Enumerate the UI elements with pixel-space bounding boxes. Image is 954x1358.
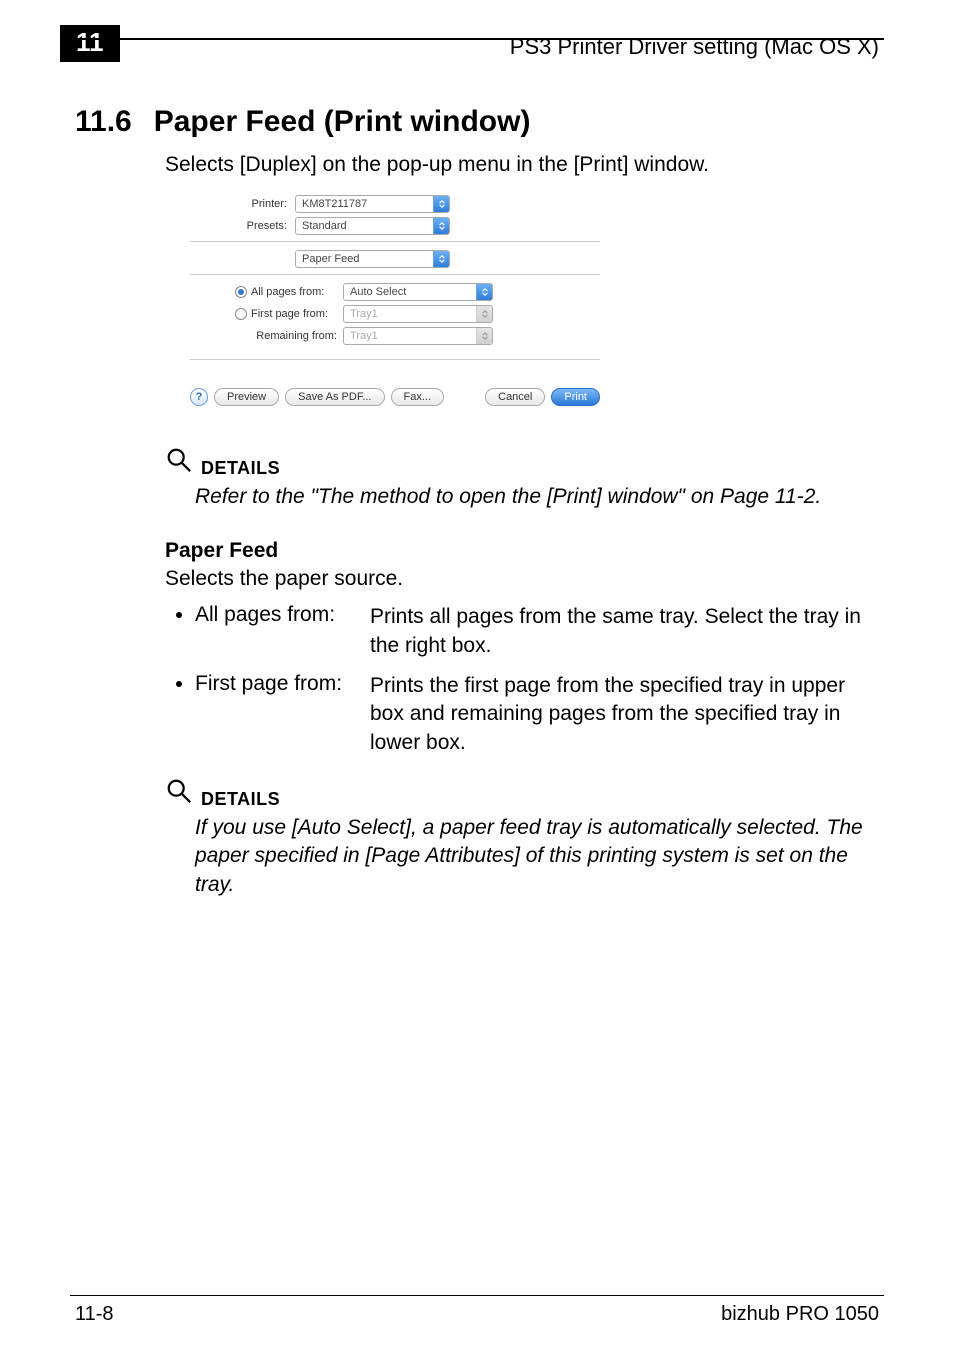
option-definition: Prints the first page from the specified…: [370, 672, 884, 757]
footer-rule: [70, 1295, 884, 1296]
first-page-radio[interactable]: [235, 308, 247, 320]
list-item: First page from: Prints the first page f…: [195, 672, 884, 757]
magnifier-icon: [165, 446, 193, 479]
printer-select[interactable]: KM8T211787: [295, 195, 450, 213]
all-pages-radio[interactable]: [235, 286, 247, 298]
section-title: Paper Feed (Print window): [154, 105, 531, 139]
remaining-value: Tray1: [344, 330, 476, 342]
dropdown-arrows-icon: [433, 217, 449, 235]
presets-select[interactable]: Standard: [295, 217, 450, 235]
chapter-number-tab: 11: [60, 25, 120, 62]
first-page-select[interactable]: Tray1: [343, 305, 493, 323]
option-term: First page from:: [195, 672, 370, 696]
remaining-select[interactable]: Tray1: [343, 327, 493, 345]
magnifier-icon: [165, 777, 193, 810]
divider: [190, 359, 600, 360]
fax-button[interactable]: Fax...: [391, 388, 445, 406]
save-as-pdf-button[interactable]: Save As PDF...: [285, 388, 384, 406]
panel-select[interactable]: Paper Feed: [295, 250, 450, 268]
print-button[interactable]: Print: [551, 388, 600, 406]
page-number: 11-8: [75, 1303, 114, 1326]
first-page-label: First page from:: [251, 308, 343, 320]
dropdown-arrows-icon: [476, 327, 492, 345]
details-text: Refer to the "The method to open the [Pr…: [195, 483, 884, 511]
paperfeed-desc: Selects the paper source.: [165, 567, 884, 591]
details-heading: DETAILS: [201, 458, 280, 479]
section-number: 11.6: [75, 105, 132, 139]
option-definition: Prints all pages from the same tray. Sel…: [370, 603, 884, 660]
header-title: PS3 Printer Driver setting (Mac OS X): [510, 34, 879, 60]
section-lead: Selects [Duplex] on the pop-up menu in t…: [165, 153, 884, 177]
help-button[interactable]: ?: [190, 388, 208, 406]
list-item: All pages from: Prints all pages from th…: [195, 603, 884, 660]
all-pages-select[interactable]: Auto Select: [343, 283, 493, 301]
dropdown-arrows-icon: [476, 283, 492, 301]
printer-value: KM8T211787: [296, 198, 433, 210]
cancel-button[interactable]: Cancel: [485, 388, 545, 406]
details-heading: DETAILS: [201, 789, 280, 810]
print-dialog: Printer: KM8T211787 Presets: Standard: [190, 195, 600, 406]
divider: [190, 241, 600, 242]
panel-value: Paper Feed: [296, 253, 433, 265]
divider: [190, 274, 600, 275]
presets-value: Standard: [296, 220, 433, 232]
first-page-value: Tray1: [344, 308, 476, 320]
dropdown-arrows-icon: [433, 195, 449, 213]
remaining-label: Remaining from:: [251, 330, 343, 342]
presets-label: Presets:: [190, 220, 295, 232]
dropdown-arrows-icon: [433, 250, 449, 268]
option-term: All pages from:: [195, 603, 370, 627]
printer-label: Printer:: [190, 198, 295, 210]
dropdown-arrows-icon: [476, 305, 492, 323]
paperfeed-heading: Paper Feed: [165, 539, 884, 563]
all-pages-label: All pages from:: [251, 286, 343, 298]
product-name: bizhub PRO 1050: [721, 1303, 879, 1326]
preview-button[interactable]: Preview: [214, 388, 279, 406]
all-pages-value: Auto Select: [344, 286, 476, 298]
details-text: If you use [Auto Select], a paper feed t…: [195, 814, 884, 899]
